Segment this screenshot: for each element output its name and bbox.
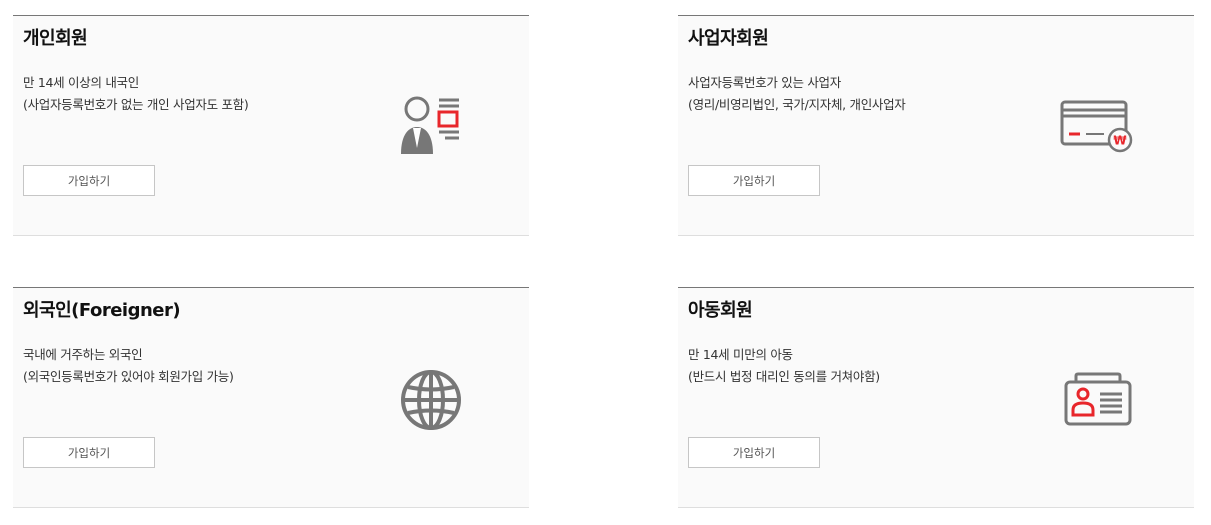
card-title: 외국인(Foreigner) [23, 300, 181, 321]
business-member-card: 사업자회원 사업자등록번호가 있는 사업자 (영리/비영리법인, 국가/지자체,… [678, 15, 1194, 236]
desc-line: 국내에 거주하는 외국인 [23, 347, 143, 362]
desc-line: (외국인등록번호가 있어야 회원가입 가능) [23, 369, 234, 384]
person-id-icon [399, 96, 479, 164]
join-child-button[interactable]: 가입하기 [688, 437, 820, 468]
card-description: 사업자등록번호가 있는 사업자 (영리/비영리법인, 국가/지자체, 개인사업자 [688, 72, 1048, 116]
won-badge: ₩ [1113, 134, 1127, 148]
desc-line: 사업자등록번호가 있는 사업자 [688, 75, 841, 90]
card-title: 아동회원 [688, 300, 753, 321]
join-individual-button[interactable]: 가입하기 [23, 165, 155, 196]
desc-line: (사업자등록번호가 없는 개인 사업자도 포함) [23, 97, 249, 112]
desc-line: (영리/비영리법인, 국가/지자체, 개인사업자 [688, 97, 906, 112]
desc-line: 만 14세 이상의 내국인 [23, 75, 139, 90]
individual-member-card: 개인회원 만 14세 이상의 내국인 (사업자등록번호가 없는 개인 사업자도 … [13, 15, 529, 236]
globe-icon [399, 368, 463, 436]
foreigner-member-card: 외국인(Foreigner) 국내에 거주하는 외국인 (외국인등록번호가 있어… [13, 287, 529, 508]
desc-line: 만 14세 미만의 아동 [688, 347, 793, 362]
card-description: 만 14세 이상의 내국인 (사업자등록번호가 없는 개인 사업자도 포함) [23, 72, 383, 116]
join-business-button[interactable]: 가입하기 [688, 165, 820, 196]
card-description: 만 14세 미만의 아동 (반드시 법정 대리인 동의를 거쳐야함) [688, 344, 1048, 388]
child-id-card-icon [1064, 372, 1134, 432]
card-description: 국내에 거주하는 외국인 (외국인등록번호가 있어야 회원가입 가능) [23, 344, 383, 388]
card-title: 사업자회원 [688, 28, 769, 49]
card-title: 개인회원 [23, 28, 88, 49]
join-foreigner-button[interactable]: 가입하기 [23, 437, 155, 468]
credit-card-won-icon: ₩ [1060, 100, 1140, 160]
desc-line: (반드시 법정 대리인 동의를 거쳐야함) [688, 369, 880, 384]
child-member-card: 아동회원 만 14세 미만의 아동 (반드시 법정 대리인 동의를 거쳐야함) … [678, 287, 1194, 508]
